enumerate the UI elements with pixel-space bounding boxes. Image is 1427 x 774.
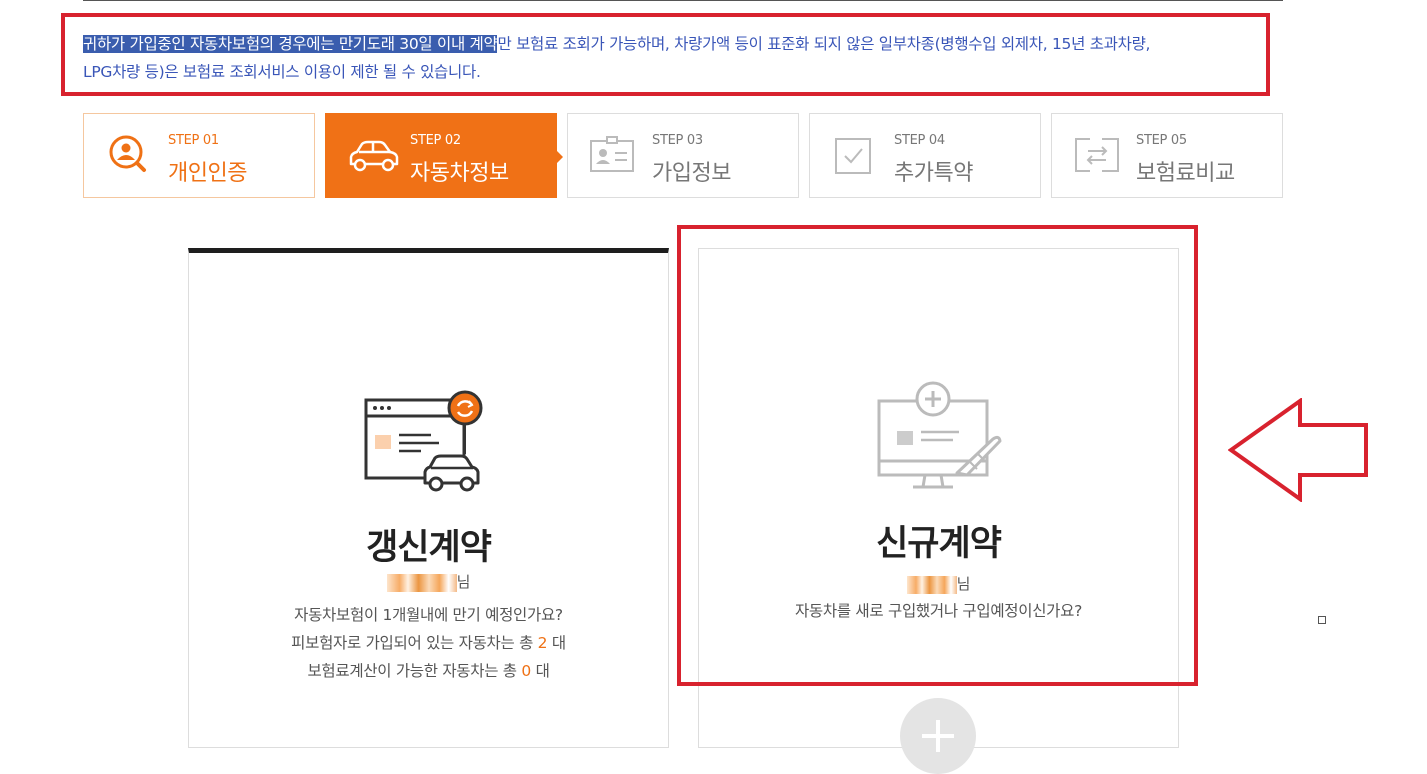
step-name: 자동차정보: [410, 161, 509, 186]
step-number: STEP 04: [894, 133, 945, 148]
step-name: 추가특약: [894, 161, 973, 186]
step-5-premium-compare[interactable]: STEP 05 보험료비교: [1051, 113, 1283, 198]
person-search-icon: [109, 135, 146, 172]
step-1-personal-auth[interactable]: STEP 01 개인인증: [83, 113, 315, 198]
renewal-desc-line3: 보험료계산이 가능한 자동차는 총 0 대: [307, 662, 550, 680]
redacted-name: [386, 573, 457, 592]
renewal-title: 갱신계약: [366, 528, 492, 568]
car-icon: [349, 140, 399, 172]
plus-icon: [922, 720, 954, 752]
id-card-icon: [590, 136, 634, 172]
renewal-user-name: 님: [189, 571, 668, 592]
compare-arrows-icon: [1075, 138, 1119, 172]
renewal-desc-line2: 피보험자로 가입되어 있는 자동차는 총 2 대: [291, 634, 566, 652]
small-square-icon: [1318, 616, 1326, 624]
step-2-car-info[interactable]: STEP 02 자동차정보: [325, 113, 563, 198]
step-name: 가입정보: [652, 161, 731, 186]
add-button[interactable]: [900, 698, 976, 774]
renewal-desc-line1: 자동차보험이 1개월내에 만기 예정인가요?: [294, 606, 563, 624]
renewal-contract-card[interactable]: 갱신계약 님 자동차보험이 1개월내에 만기 예정인가요? 피보험자로 가입되어…: [188, 248, 669, 748]
name-suffix: 님: [456, 573, 471, 591]
top-divider: [83, 0, 1283, 1]
annotation-arrow-left-icon: [1228, 398, 1368, 502]
active-step-arrow: [556, 150, 563, 164]
step-number: STEP 03: [652, 133, 703, 148]
insured-car-count: 2: [537, 634, 548, 652]
renewal-description: 자동차보험이 1개월내에 만기 예정인가요? 피보험자로 가입되어 있는 자동차…: [189, 601, 668, 685]
step-number: STEP 01: [168, 133, 219, 148]
step-name: 개인인증: [168, 161, 247, 186]
calculable-car-count: 0: [521, 662, 531, 680]
step-4-additional-rider[interactable]: STEP 04 추가특약: [809, 113, 1041, 198]
step-number: STEP 02: [410, 133, 461, 148]
step-3-subscription-info[interactable]: STEP 03 가입정보: [567, 113, 799, 198]
step-number: STEP 05: [1136, 133, 1187, 148]
renewal-document-car-icon: [364, 390, 483, 492]
annotation-box-new-contract: [677, 225, 1198, 686]
step-name: 보험료비교: [1136, 161, 1235, 186]
annotation-box-notice: [61, 13, 1270, 96]
checkbox-icon: [835, 138, 871, 174]
